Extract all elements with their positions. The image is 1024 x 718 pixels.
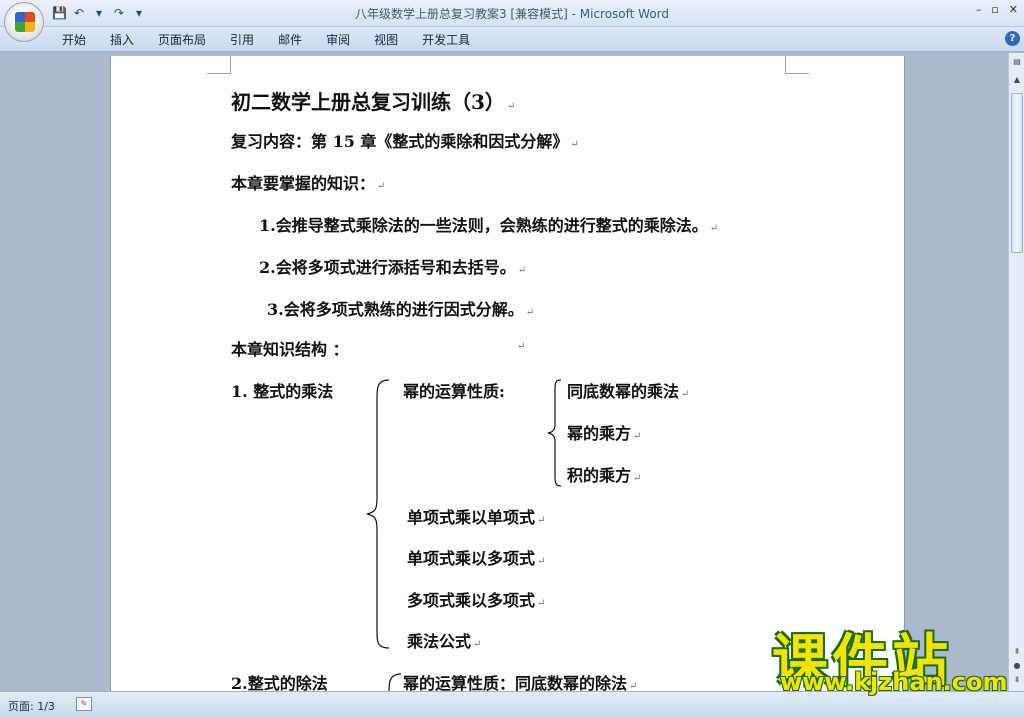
tab-insert[interactable]: 插入 <box>98 31 146 49</box>
paragraph-mark: ↵ <box>537 598 546 609</box>
tab-developer[interactable]: 开发工具 <box>410 31 482 49</box>
power-item: 同底数幂的乘法 ↵ <box>567 382 690 401</box>
power-item: 积的乘方 ↵ <box>567 466 642 485</box>
tab-references[interactable]: 引用 <box>218 31 266 49</box>
big-brace <box>366 379 390 649</box>
scrollbar-thumb[interactable] <box>1011 93 1023 253</box>
minimize-button[interactable]: – <box>976 3 982 16</box>
document-workspace: 初二数学上册总复习训练（3） ↵ 复习内容：第 15 章《整式的乘除和因式分解》 ↵… <box>0 53 1007 691</box>
page-counter[interactable]: 页面: 1/3 <box>8 698 55 714</box>
section2-power-props: 幂的运算性质：同底数幂的除法 ↵ <box>403 674 638 691</box>
margin-corner-mark <box>207 56 231 74</box>
review-content: 复习内容：第 15 章《整式的乘除和因式分解》 ↵ <box>231 132 579 151</box>
previous-page-icon[interactable]: ⇞ <box>1010 645 1024 659</box>
document-title: 八年级数学上册总复习教案3 [兼容模式] - <box>354 7 580 21</box>
office-button[interactable] <box>4 2 44 42</box>
watermark-url: www.kjzhan.com <box>780 668 1008 696</box>
paragraph-mark: ↵ <box>633 473 642 484</box>
window-title: 八年级数学上册总复习教案3 [兼容模式] - Microsoft Word <box>0 5 1024 22</box>
document-page[interactable]: 初二数学上册总复习训练（3） ↵ 复习内容：第 15 章《整式的乘除和因式分解》 ↵… <box>110 56 905 691</box>
knowledge-item: 2.会将多项式进行添括号和去括号。 ↵ <box>259 258 527 277</box>
paragraph-mark: ↵ <box>709 223 719 234</box>
paragraph-mark: ↵ <box>629 681 638 691</box>
vertical-scrollbar[interactable]: ▤ ▲ ⇞ ● ⇟ <box>1008 53 1024 691</box>
structure-heading: 本章知识结构 ： <box>231 340 349 359</box>
proofing-icon[interactable]: ✎ <box>76 697 92 711</box>
app-name: Microsoft Word <box>579 7 670 21</box>
tab-view[interactable]: 视图 <box>362 31 410 49</box>
multiplication-item: 单项式乘以多项式 ↵ <box>407 549 546 568</box>
knowledge-item: 3.会将多项式熟练的进行因式分解。 ↵ <box>267 300 535 319</box>
paragraph-mark: ↵ <box>517 341 526 352</box>
title-bar: 💾 ↶ ▾ ↷ ▾ 八年级数学上册总复习教案3 [兼容模式] - Microso… <box>0 0 1024 27</box>
multiplication-item: 乘法公式 ↵ <box>407 632 482 651</box>
restore-button[interactable]: ▫ <box>991 3 998 16</box>
office-logo-icon <box>15 12 35 32</box>
knowledge-item: 1.会推导整式乘除法的一些法则，会熟练的进行整式的乘除法。 ↵ <box>259 216 719 235</box>
multiplication-item: 多项式乘以多项式 ↵ <box>407 591 546 610</box>
doc-title: 初二数学上册总复习训练（3） ↵ <box>231 90 516 114</box>
small-brace <box>547 379 562 487</box>
paragraph-mark: ↵ <box>570 139 579 150</box>
knowledge-heading: 本章要掌握的知识： ↵ <box>231 174 386 193</box>
scroll-up-icon[interactable]: ▲ <box>1010 73 1024 87</box>
paragraph-mark: ↵ <box>377 181 386 192</box>
window-controls: – ▫ ✕ <box>976 3 1018 16</box>
select-browse-object-icon[interactable]: ● <box>1010 659 1024 673</box>
tab-review[interactable]: 审阅 <box>314 31 362 49</box>
multiplication-item: 单项式乘以单项式 ↵ <box>407 508 546 527</box>
paragraph-mark: ↵ <box>506 101 516 112</box>
tab-page-layout[interactable]: 页面布局 <box>146 31 218 49</box>
section2-label: 2.整式的除法 <box>231 674 328 691</box>
tab-mailings[interactable]: 邮件 <box>266 31 314 49</box>
paragraph-mark: ↵ <box>517 265 527 276</box>
power-item: 幂的乘方 ↵ <box>567 424 642 443</box>
view-ruler-icon[interactable]: ▤ <box>1010 55 1024 69</box>
margin-corner-mark <box>785 56 809 74</box>
section1-label: 1. 整式的乘法 <box>231 382 334 401</box>
power-props-label: 幂的运算性质: <box>403 382 505 401</box>
paragraph-mark: ↵ <box>633 431 642 442</box>
ribbon-tabs: 开始 插入 页面布局 引用 邮件 审阅 视图 开发工具 <box>50 31 482 49</box>
close-button[interactable]: ✕ <box>1009 3 1018 16</box>
paragraph-mark: ↵ <box>537 556 546 567</box>
paragraph-mark: ↵ <box>473 639 482 650</box>
next-page-icon[interactable]: ⇟ <box>1010 673 1024 687</box>
paragraph-mark: ↵ <box>681 389 690 400</box>
ribbon: 开始 插入 页面布局 引用 邮件 审阅 视图 开发工具 ? <box>0 27 1024 52</box>
paragraph-mark: ↵ <box>525 307 535 318</box>
help-icon[interactable]: ? <box>1005 31 1020 46</box>
tab-home[interactable]: 开始 <box>50 31 98 49</box>
section2-brace <box>388 673 402 691</box>
paragraph-mark: ↵ <box>537 515 546 526</box>
